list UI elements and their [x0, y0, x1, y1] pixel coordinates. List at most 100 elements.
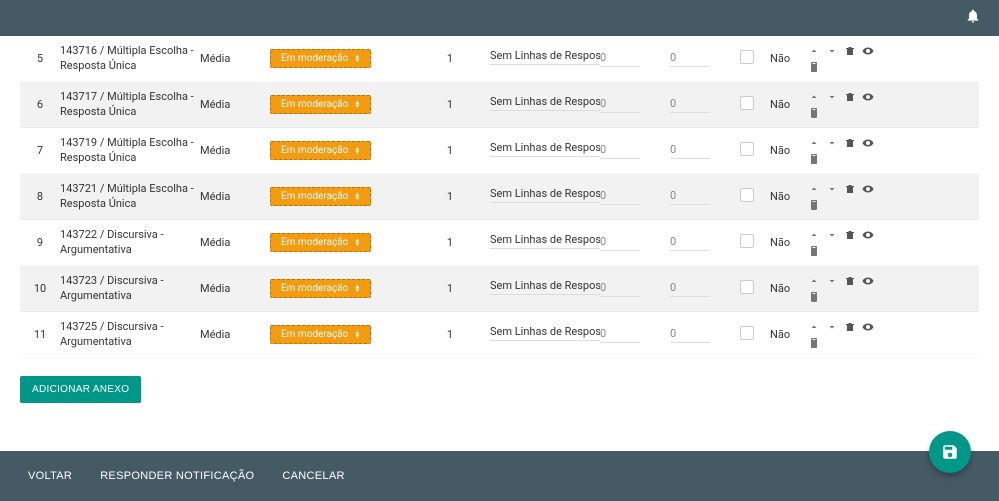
delete-button[interactable] — [844, 321, 856, 333]
delete-button[interactable] — [844, 45, 856, 57]
value-a-input[interactable]: 0 — [600, 143, 640, 159]
moderation-status-pill[interactable]: Em moderação ▲▼ — [270, 95, 371, 114]
row-actions — [808, 45, 888, 73]
moderation-label: Em moderação — [281, 329, 348, 340]
move-up-button[interactable] — [808, 45, 820, 57]
row-number: 7 — [20, 144, 60, 157]
row-checkbox[interactable] — [740, 280, 754, 294]
row-checkbox[interactable] — [740, 326, 754, 340]
clipboard-button[interactable] — [808, 107, 820, 119]
moderation-label: Em moderação — [281, 283, 348, 294]
move-up-button[interactable] — [808, 183, 820, 195]
value-a-input[interactable]: 0 — [600, 281, 640, 297]
view-button[interactable] — [862, 321, 874, 333]
app-header — [0, 0, 999, 36]
value-b-input[interactable]: 0 — [670, 51, 710, 67]
delete-button[interactable] — [844, 275, 856, 287]
view-button[interactable] — [862, 45, 874, 57]
value-a-input[interactable]: 0 — [600, 327, 640, 343]
moderation-status-pill[interactable]: Em moderação ▲▼ — [270, 141, 371, 160]
row-description: 143723 / Discursiva - Argumentativa — [60, 274, 200, 303]
delete-button[interactable] — [844, 91, 856, 103]
view-button[interactable] — [862, 91, 874, 103]
back-button[interactable]: VOLTAR — [28, 470, 72, 482]
move-down-button[interactable] — [826, 321, 838, 333]
value-b-input[interactable]: 0 — [670, 97, 710, 113]
move-up-button[interactable] — [808, 275, 820, 287]
value-a-input[interactable]: 0 — [600, 51, 640, 67]
clipboard-button[interactable] — [808, 61, 820, 73]
row-number: 5 — [20, 52, 60, 65]
moderation-status-pill[interactable]: Em moderação ▲▼ — [270, 187, 371, 206]
move-up-button[interactable] — [808, 229, 820, 241]
row-number: 6 — [20, 98, 60, 111]
clipboard-button[interactable] — [808, 153, 820, 165]
clipboard-button[interactable] — [808, 199, 820, 211]
value-a-input[interactable]: 0 — [600, 97, 640, 113]
move-up-button[interactable] — [808, 91, 820, 103]
view-button[interactable] — [862, 229, 874, 241]
moderation-label: Em moderação — [281, 99, 348, 110]
sort-icon: ▲▼ — [354, 285, 360, 293]
response-lines-select[interactable]: Sem Linhas de Respos — [490, 279, 600, 295]
row-difficulty: Média — [200, 144, 270, 157]
sort-icon: ▲▼ — [354, 239, 360, 247]
notifications-icon[interactable] — [965, 8, 981, 28]
move-down-button[interactable] — [826, 229, 838, 241]
view-button[interactable] — [862, 275, 874, 287]
response-lines-select[interactable]: Sem Linhas de Respos — [490, 187, 600, 203]
add-attachment-button[interactable]: ADICIONAR ANEXO — [20, 376, 141, 403]
response-lines-select[interactable]: Sem Linhas de Respos — [490, 95, 600, 111]
row-nao: Não — [770, 328, 808, 341]
response-lines-select[interactable]: Sem Linhas de Respos — [490, 233, 600, 249]
questions-table: 5 143716 / Múltipla Escolha - Resposta Ú… — [20, 36, 979, 358]
value-b-input[interactable]: 0 — [670, 327, 710, 343]
move-down-button[interactable] — [826, 137, 838, 149]
move-down-button[interactable] — [826, 183, 838, 195]
delete-button[interactable] — [844, 137, 856, 149]
row-actions — [808, 275, 888, 303]
moderation-status-pill[interactable]: Em moderação ▲▼ — [270, 49, 371, 68]
move-down-button[interactable] — [826, 275, 838, 287]
delete-button[interactable] — [844, 229, 856, 241]
cancel-button[interactable]: CANCELAR — [282, 470, 344, 482]
moderation-status-pill[interactable]: Em moderação ▲▼ — [270, 233, 371, 252]
clipboard-button[interactable] — [808, 245, 820, 257]
row-checkbox[interactable] — [740, 188, 754, 202]
value-b-input[interactable]: 0 — [670, 235, 710, 251]
row-weight: 1 — [410, 282, 490, 295]
response-lines-select[interactable]: Sem Linhas de Respos — [490, 49, 600, 65]
move-down-button[interactable] — [826, 45, 838, 57]
moderation-status-pill[interactable]: Em moderação ▲▼ — [270, 279, 371, 298]
table-row: 6 143717 / Múltipla Escolha - Resposta Ú… — [20, 82, 979, 128]
row-description: 143722 / Discursiva - Argumentativa — [60, 228, 200, 257]
move-down-button[interactable] — [826, 91, 838, 103]
clipboard-button[interactable] — [808, 291, 820, 303]
moderation-status-pill[interactable]: Em moderação ▲▼ — [270, 325, 371, 344]
view-button[interactable] — [862, 137, 874, 149]
row-actions — [808, 229, 888, 257]
value-b-input[interactable]: 0 — [670, 143, 710, 159]
row-checkbox[interactable] — [740, 234, 754, 248]
row-weight: 1 — [410, 98, 490, 111]
view-button[interactable] — [862, 183, 874, 195]
response-lines-select[interactable]: Sem Linhas de Respos — [490, 141, 600, 157]
row-weight: 1 — [410, 52, 490, 65]
row-weight: 1 — [410, 328, 490, 341]
value-a-input[interactable]: 0 — [600, 235, 640, 251]
value-b-input[interactable]: 0 — [670, 189, 710, 205]
clipboard-button[interactable] — [808, 337, 820, 349]
row-actions — [808, 183, 888, 211]
row-checkbox[interactable] — [740, 142, 754, 156]
move-up-button[interactable] — [808, 137, 820, 149]
value-b-input[interactable]: 0 — [670, 281, 710, 297]
save-fab[interactable] — [929, 431, 971, 473]
response-lines-select[interactable]: Sem Linhas de Respos — [490, 325, 600, 341]
move-up-button[interactable] — [808, 321, 820, 333]
delete-button[interactable] — [844, 183, 856, 195]
row-actions — [808, 137, 888, 165]
row-checkbox[interactable] — [740, 50, 754, 64]
row-checkbox[interactable] — [740, 96, 754, 110]
respond-notification-button[interactable]: RESPONDER NOTIFICAÇÃO — [100, 470, 254, 482]
value-a-input[interactable]: 0 — [600, 189, 640, 205]
